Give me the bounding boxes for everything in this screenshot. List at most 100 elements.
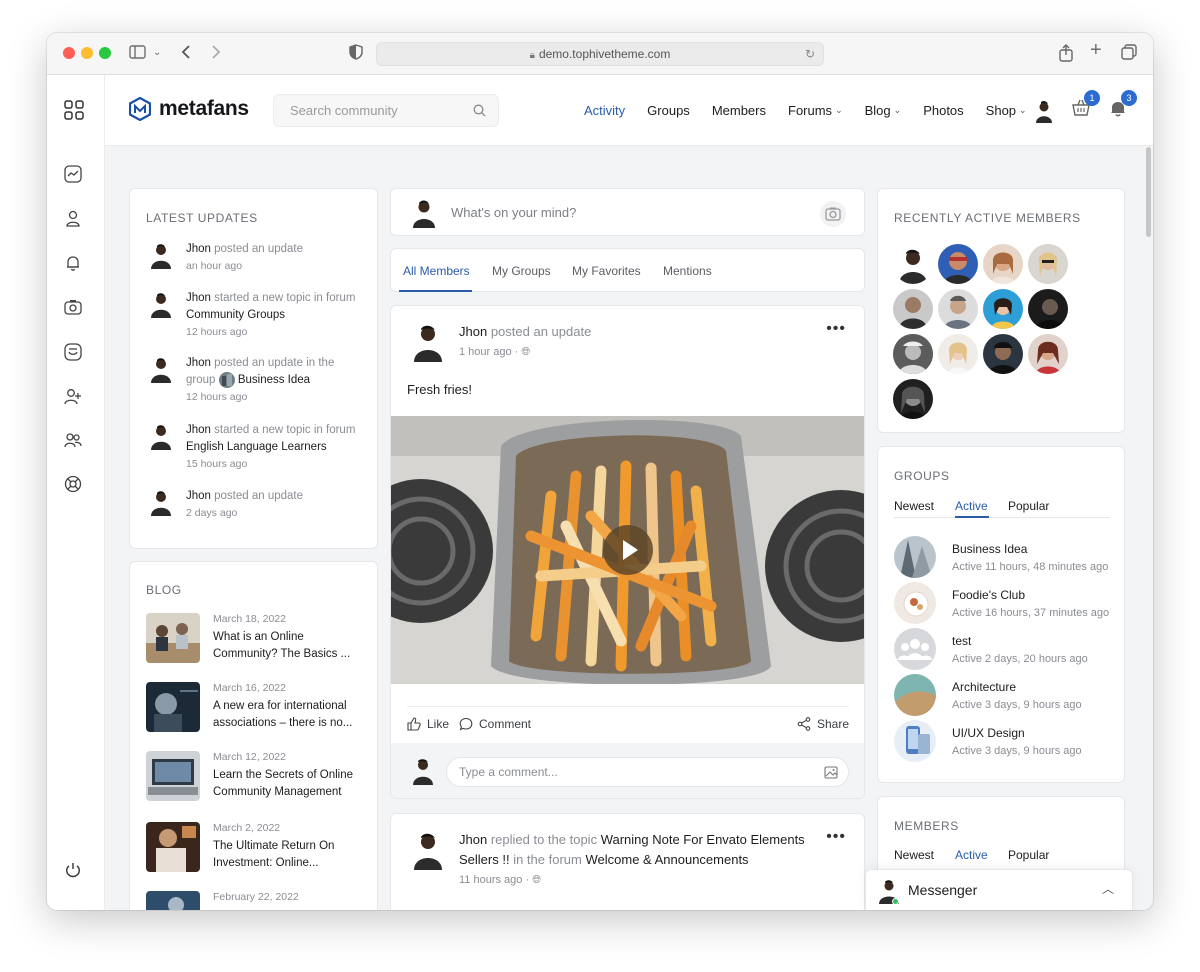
notifications-icon[interactable] — [64, 254, 86, 276]
group-item[interactable]: UI/UX Design Active 3 days, 9 hours ago — [894, 720, 1082, 762]
nav-forums[interactable]: Forums ⌄ — [788, 103, 843, 118]
group-item[interactable]: Foodie's Club Active 16 hours, 37 minutes… — [894, 582, 1109, 624]
member-avatar[interactable] — [938, 334, 978, 374]
post-composer[interactable]: What's on your mind? — [390, 188, 865, 236]
member-avatar[interactable] — [893, 379, 933, 419]
avatar[interactable] — [148, 355, 174, 406]
group-avatar[interactable] — [894, 582, 936, 624]
user-avatar[interactable] — [1032, 99, 1056, 123]
group-avatar[interactable] — [894, 628, 936, 670]
update-item[interactable]: Jhon posted an update 2 days ago — [148, 488, 303, 522]
update-item[interactable]: Jhon started a new topic in forum Englis… — [148, 422, 355, 473]
user-avatar[interactable] — [411, 757, 435, 785]
group-name[interactable]: Business Idea — [952, 542, 1108, 556]
nav-groups[interactable]: Groups — [647, 103, 690, 118]
member-avatar[interactable] — [893, 244, 933, 284]
member-avatar[interactable] — [938, 244, 978, 284]
member-avatar[interactable] — [1028, 334, 1068, 374]
blog-item[interactable]: March 16, 2022 A new era for internation… — [146, 682, 363, 732]
avatar[interactable] — [148, 290, 174, 341]
cart-button[interactable]: 1 — [1071, 90, 1100, 120]
tab-newest[interactable]: Newest — [894, 848, 934, 862]
blog-thumbnail[interactable] — [146, 751, 200, 801]
back-icon[interactable] — [181, 44, 191, 64]
update-item[interactable]: Jhon posted an update in the group Busin… — [148, 355, 346, 406]
blog-item[interactable]: March 12, 2022 Learn the Secrets of Onli… — [146, 751, 363, 801]
blog-post-title[interactable]: The Ultimate Return On Investment: Onlin… — [213, 838, 363, 872]
member-avatar[interactable] — [893, 289, 933, 329]
avatar[interactable] — [148, 488, 174, 522]
search-icon[interactable] — [473, 104, 486, 117]
messenger-bar[interactable]: Messenger ︿ — [865, 869, 1133, 910]
update-target-link[interactable]: Business Idea — [238, 374, 310, 386]
group-avatar[interactable] — [894, 720, 936, 762]
nav-photos[interactable]: Photos — [923, 103, 963, 118]
comment-input[interactable]: Type a comment... — [446, 757, 849, 787]
minimize-window-button[interactable] — [81, 47, 93, 59]
messages-icon[interactable] — [64, 343, 86, 365]
update-target-link[interactable]: English Language Learners — [186, 441, 327, 453]
shield-icon[interactable] — [349, 44, 363, 64]
member-avatar[interactable] — [1028, 289, 1068, 329]
group-avatar[interactable] — [894, 536, 936, 578]
chevron-up-icon[interactable]: ︿ — [1102, 880, 1114, 897]
tab-mentions[interactable]: Mentions — [663, 264, 712, 278]
tab-active[interactable]: Active — [955, 499, 988, 513]
maximize-window-button[interactable] — [99, 47, 111, 59]
share-button[interactable]: Share — [797, 717, 849, 731]
play-button[interactable] — [603, 525, 653, 575]
tab-all-members[interactable]: All Members — [403, 264, 470, 278]
search-input[interactable] — [274, 95, 454, 126]
apps-grid-icon[interactable] — [64, 100, 86, 122]
group-name[interactable]: Foodie's Club — [952, 588, 1109, 602]
page-scrollbar[interactable] — [1146, 147, 1151, 237]
new-tab-icon[interactable]: + — [1090, 40, 1102, 60]
blog-item[interactable]: February 22, 2022 — [146, 891, 299, 910]
forward-icon[interactable] — [211, 44, 221, 64]
post-options-button[interactable]: ••• — [826, 828, 846, 846]
group-name[interactable]: test — [952, 634, 1088, 648]
address-bar[interactable]: 🔒︎ demo.tophivetheme.com ↻ — [376, 42, 824, 66]
blog-post-title[interactable]: Learn the Secrets of Online Community Ma… — [213, 767, 363, 801]
post-video[interactable] — [391, 416, 864, 684]
group-name[interactable]: UI/UX Design — [952, 726, 1082, 740]
blog-thumbnail[interactable] — [146, 891, 200, 910]
member-avatar[interactable] — [893, 334, 933, 374]
blog-item[interactable]: March 2, 2022 The Ultimate Return On Inv… — [146, 822, 363, 872]
update-item[interactable]: Jhon posted an update an hour ago — [148, 241, 303, 275]
nav-members[interactable]: Members — [712, 103, 766, 118]
tabs-overview-icon[interactable] — [1121, 44, 1137, 64]
group-avatar[interactable] — [894, 674, 936, 716]
search-box[interactable] — [273, 94, 499, 127]
update-item[interactable]: Jhon started a new topic in forum Commun… — [148, 290, 355, 341]
user-avatar[interactable] — [411, 198, 437, 228]
blog-post-title[interactable]: A new era for international associations… — [213, 698, 363, 732]
post-options-button[interactable]: ••• — [826, 320, 846, 338]
group-item[interactable]: Business Idea Active 11 hours, 48 minutes… — [894, 536, 1108, 578]
camera-icon[interactable] — [64, 298, 86, 320]
logout-power-icon[interactable] — [64, 861, 86, 883]
close-window-button[interactable] — [63, 47, 75, 59]
support-icon[interactable] — [64, 475, 86, 497]
comment-button[interactable]: Comment — [459, 717, 531, 731]
activity-icon[interactable] — [64, 165, 86, 187]
tab-popular[interactable]: Popular — [1008, 848, 1049, 862]
update-target-link[interactable]: Community Groups — [186, 309, 285, 321]
nav-activity[interactable]: Activity — [584, 103, 625, 118]
site-logo[interactable]: metafans — [129, 97, 249, 121]
member-avatar[interactable] — [938, 289, 978, 329]
member-avatar[interactable] — [983, 244, 1023, 284]
post-author-avatar[interactable] — [411, 322, 445, 362]
blog-thumbnail[interactable] — [146, 682, 200, 732]
tab-newest[interactable]: Newest — [894, 499, 934, 513]
group-item[interactable]: test Active 2 days, 20 hours ago — [894, 628, 1088, 670]
share-icon[interactable] — [1059, 44, 1073, 66]
member-avatar[interactable] — [983, 334, 1023, 374]
add-friend-icon[interactable] — [64, 387, 86, 409]
add-photo-button[interactable] — [820, 201, 846, 227]
member-avatar[interactable] — [1028, 244, 1068, 284]
post-author-avatar[interactable] — [411, 830, 445, 870]
avatar[interactable] — [148, 241, 174, 275]
tab-my-groups[interactable]: My Groups — [492, 264, 551, 278]
sidebar-menu-chevron-icon[interactable]: ⌄ — [153, 44, 161, 62]
